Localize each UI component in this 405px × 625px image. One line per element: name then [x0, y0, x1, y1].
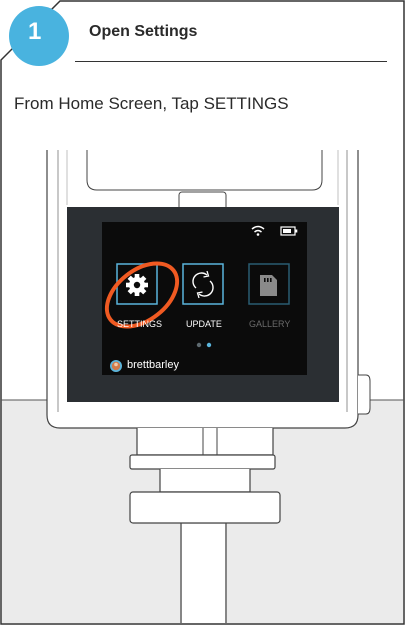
avatar — [110, 360, 122, 372]
title-divider — [75, 61, 387, 62]
username: brettbarley — [127, 359, 179, 371]
step-title: Open Settings — [89, 23, 198, 40]
page-dot — [196, 342, 202, 348]
instruction-card: 1 Open Settings From Home Screen, Tap SE… — [0, 0, 405, 625]
update-app-label: UPDATE — [186, 319, 222, 329]
step-instruction: From Home Screen, Tap SETTINGS — [14, 94, 289, 113]
settings-app-label: SETTINGS — [117, 319, 163, 329]
device-screen — [102, 222, 307, 375]
step-number: 1 — [28, 18, 42, 45]
gear-icon — [126, 274, 148, 296]
page-dot-active — [206, 342, 212, 348]
gallery-app-label: GALLERY — [249, 319, 291, 329]
